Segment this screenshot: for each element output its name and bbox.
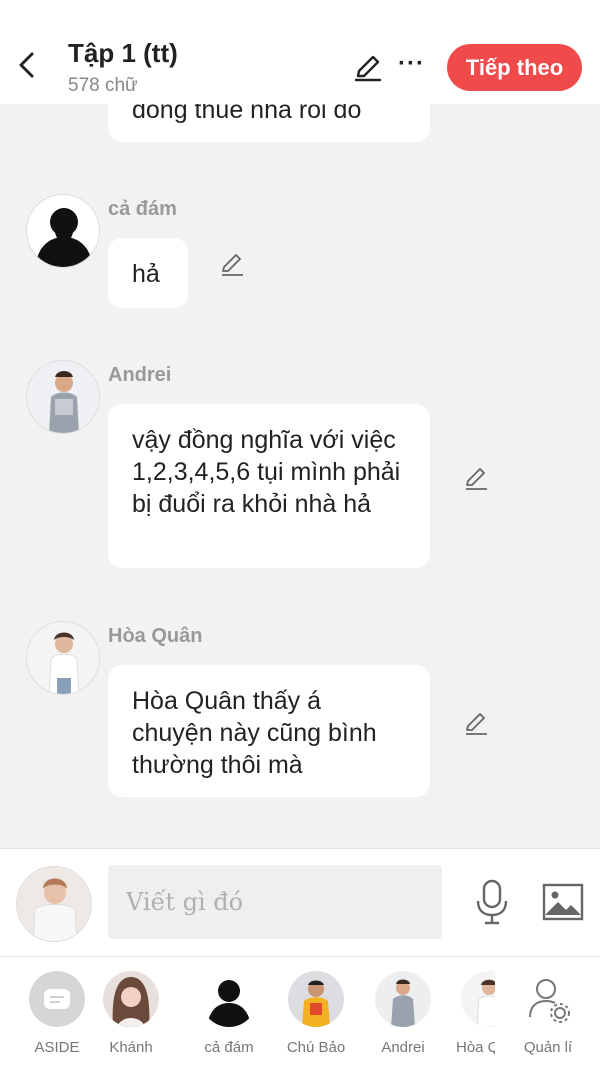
edit-message-icon[interactable] [218,250,246,278]
character-aside[interactable]: ASIDE [17,971,97,1056]
person-photo [27,622,99,694]
sender-name: Andrei [108,364,172,386]
character-label: Quản lí [523,1039,573,1056]
character-avatar [103,971,159,1027]
aside-icon [29,971,85,1027]
character-label: ASIDE [34,1039,80,1056]
message-bubble: đóng thuế nhà rồi đó [108,104,430,142]
message-input[interactable] [108,865,442,939]
current-character-avatar[interactable] [16,866,92,942]
message-text: vậy đồng nghĩa với việc 1,2,3,4,5,6 tụi … [132,426,401,518]
character-hoa-quan[interactable]: Hòa Q [447,971,495,1056]
character-selector: ASIDE Khánh cả đám Chú Bảo Andrei Hòa Q [0,956,600,1067]
edit-message-icon[interactable] [462,464,490,492]
character-avatar [461,971,495,1027]
word-count: 578 chữ [68,75,138,96]
character-label: Khánh [109,1039,153,1056]
back-arrow-icon[interactable] [14,50,42,80]
message-bubble: Hòa Quân thấy á chuyện này cũng bình thư… [108,665,430,797]
person-photo [27,361,99,433]
message-text: đóng thuế nhà rồi đó [132,104,362,124]
character-andrei[interactable]: Andrei [363,971,443,1056]
sender-name: cả đám [108,198,177,220]
more-options-button[interactable]: ··· [398,50,425,78]
avatar [26,194,100,268]
top-bar: Tập 1 (tt) 578 chữ ··· Tiếp theo [0,0,600,104]
character-label: Chú Bảo [286,1039,346,1056]
episode-title: Tập 1 (tt) [68,38,178,68]
user-settings-icon [529,979,570,1023]
composer-bar [0,848,600,956]
image-icon[interactable] [542,883,584,921]
character-label: cả đám [204,1039,254,1056]
character-chu-bao[interactable]: Chú Bảo [276,971,356,1056]
person-photo [17,867,91,941]
silhouette-icon [35,208,93,267]
message-bubble: vậy đồng nghĩa với việc 1,2,3,4,5,6 tụi … [108,404,430,568]
avatar [26,621,100,695]
character-ca-dam[interactable]: cả đám [189,971,269,1056]
character-khanh[interactable]: Khánh [91,971,171,1056]
manage-characters-button[interactable]: Quản lí [508,971,588,1056]
edit-pencil-icon[interactable] [352,52,384,84]
character-label: Hòa Q [456,1039,495,1056]
message-bubble: hả [108,238,188,308]
microphone-icon[interactable] [474,879,510,925]
message-text: Hòa Quân thấy á chuyện này cũng bình thư… [132,687,377,779]
sender-name: Hòa Quân [108,625,203,647]
silhouette-icon [201,971,257,1027]
character-avatar [288,971,344,1027]
edit-message-icon[interactable] [462,709,490,737]
next-button[interactable]: Tiếp theo [447,44,582,91]
avatar [26,360,100,434]
character-label: Andrei [381,1039,425,1056]
message-text: hả [132,260,160,288]
chat-area: đóng thuế nhà rồi đó cả đám hả Andrei vậ… [0,104,600,848]
character-avatar [375,971,431,1027]
